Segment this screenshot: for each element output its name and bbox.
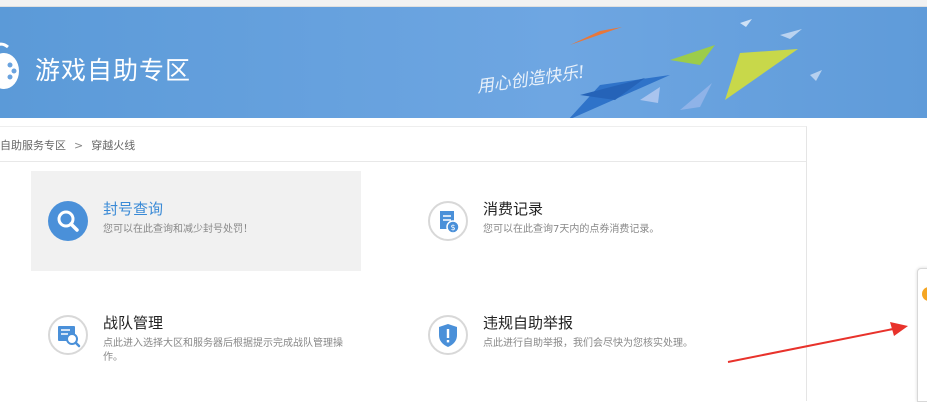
card-ban-query[interactable]: 封号查询 您可以在此查询和减少封号处罚！: [31, 171, 361, 271]
widget-badge-icon: [922, 287, 927, 301]
breadcrumb-separator: >: [74, 139, 84, 152]
card-description: 您可以在此查询和减少封号处罚！: [103, 224, 253, 235]
decorative-triangles: [540, 15, 840, 118]
card-description: 点此进行自助举报，我们会尽快为您核实处理。: [483, 338, 693, 349]
main-content: 自助服务专区 > 穿越火线 封号查询 您可以在此查询和减少封号处罚！ $ 消费记录 …: [0, 126, 807, 401]
card-title: 战队管理: [103, 314, 164, 332]
annotation-arrow: [720, 312, 920, 376]
gamepad-icon: [0, 37, 22, 97]
banner-title: 游戏自助专区: [35, 56, 192, 85]
breadcrumb-current: 穿越火线: [91, 139, 136, 152]
top-strip: [0, 0, 927, 7]
breadcrumb: 自助服务专区 > 穿越火线: [0, 137, 135, 153]
card-description: 点此进入选择大区和服务器后根据提示完成战队管理操作。: [103, 338, 343, 363]
shield-icon: [428, 315, 468, 355]
card-consumption-record[interactable]: $ 消费记录 您可以在此查询7天内的点券消费记录。: [411, 171, 741, 271]
banner: 游戏自助专区 用心创造快乐!: [0, 7, 927, 118]
card-title: 封号查询: [103, 200, 164, 218]
search-icon: [48, 201, 88, 241]
divider: [0, 161, 806, 162]
bill-icon: $: [428, 201, 468, 241]
breadcrumb-home[interactable]: 自助服务专区: [0, 139, 66, 152]
card-description: 您可以在此查询7天内的点券消费记录。: [483, 224, 660, 235]
card-violation-report[interactable]: 违规自助举报 点此进行自助举报，我们会尽快为您核实处理。: [411, 285, 741, 385]
card-title: 违规自助举报: [483, 314, 574, 332]
team-search-icon: [48, 315, 88, 355]
card-team-management[interactable]: 战队管理 点此进入选择大区和服务器后根据提示完成战队管理操作。: [31, 285, 361, 385]
svg-text:$: $: [450, 223, 455, 232]
card-title: 消费记录: [483, 200, 544, 218]
